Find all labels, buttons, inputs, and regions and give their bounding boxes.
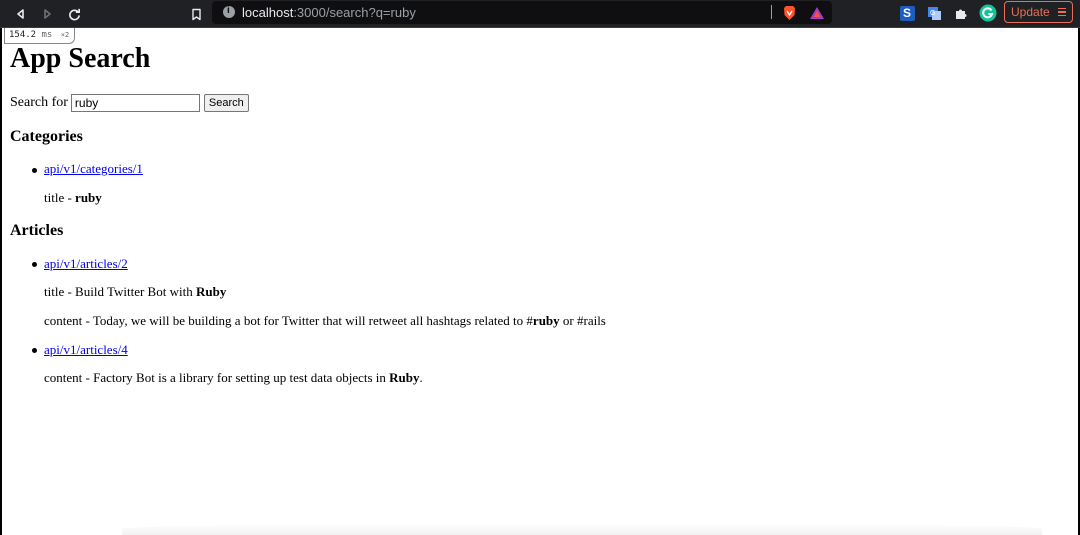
site-info-icon[interactable] xyxy=(223,5,235,18)
grammarly-icon[interactable] xyxy=(979,4,997,22)
list-bullet xyxy=(32,168,37,173)
profiler-badge[interactable]: 154.2 ms ×2 xyxy=(4,28,76,44)
article-content-suffix: . xyxy=(419,370,423,385)
article-link[interactable]: api/v1/articles/2 xyxy=(44,256,128,272)
article-title-match: Ruby xyxy=(195,284,227,299)
reload-icon[interactable] xyxy=(64,4,84,24)
url-host: localhost xyxy=(242,5,294,20)
url-text: localhost:3000/search?q=ruby xyxy=(242,5,416,20)
forward-icon[interactable] xyxy=(37,4,57,24)
update-button[interactable]: Update xyxy=(1004,1,1073,23)
menu-icon xyxy=(1057,7,1066,17)
back-icon[interactable] xyxy=(11,4,31,24)
puzzle-extensions-icon[interactable] xyxy=(952,4,970,22)
article-content-line: content - Factory Bot is a library for s… xyxy=(44,370,423,386)
toolbar-divider xyxy=(771,5,772,19)
article-content-suffix: or #rails xyxy=(559,313,606,328)
update-label: Update xyxy=(1011,5,1050,19)
page-title: App Search xyxy=(10,43,151,74)
article-content-line: content - Today, we will be building a b… xyxy=(44,313,606,329)
address-bar[interactable]: localhost:3000/search?q=ruby xyxy=(212,1,832,24)
article-content-match: ruby xyxy=(532,313,560,328)
list-bullet xyxy=(32,262,37,267)
article-link[interactable]: api/v1/articles/4 xyxy=(44,342,128,358)
article-content-prefix: content - Today, we will be building a b… xyxy=(44,313,533,328)
categories-heading: Categories xyxy=(10,128,83,145)
articles-heading: Articles xyxy=(10,222,64,239)
search-label: Search for xyxy=(10,95,68,110)
article-content-match: Ruby xyxy=(389,370,420,385)
profiler-time: 154.2 xyxy=(9,30,37,40)
svg-text:G: G xyxy=(930,10,935,17)
browser-toolbar: localhost:3000/search?q=ruby S G Update xyxy=(0,0,1080,28)
brave-shields-icon[interactable] xyxy=(780,4,798,22)
category-title-line: title - ruby xyxy=(44,190,102,206)
page-viewport: 154.2 ms ×2 App Search Search for Search… xyxy=(0,28,1080,535)
list-bullet xyxy=(32,348,37,353)
search-form: Search for Search xyxy=(10,94,249,112)
article-content-prefix: content - Factory Bot is a library for s… xyxy=(44,370,390,385)
bookmark-icon[interactable] xyxy=(186,4,206,24)
search-button[interactable]: Search xyxy=(203,94,249,112)
category-link[interactable]: api/v1/categories/1 xyxy=(44,161,143,177)
page-bottom-shadow xyxy=(122,523,1042,535)
search-input[interactable] xyxy=(70,94,200,112)
brave-rewards-icon[interactable] xyxy=(808,4,826,22)
translate-extension-icon[interactable]: G xyxy=(925,4,943,22)
category-title-match: ruby xyxy=(75,190,102,205)
category-title-prefix: title - xyxy=(44,190,76,205)
extension-s-icon[interactable]: S xyxy=(898,4,916,22)
url-path: :3000/search?q=ruby xyxy=(293,5,416,20)
profiler-multiplier: ×2 xyxy=(60,31,70,39)
article-title-line: title - Build Twitter Bot with Ruby xyxy=(44,284,226,300)
profiler-unit: ms xyxy=(41,30,53,40)
article-title-prefix: title - Build Twitter Bot with xyxy=(44,284,196,299)
